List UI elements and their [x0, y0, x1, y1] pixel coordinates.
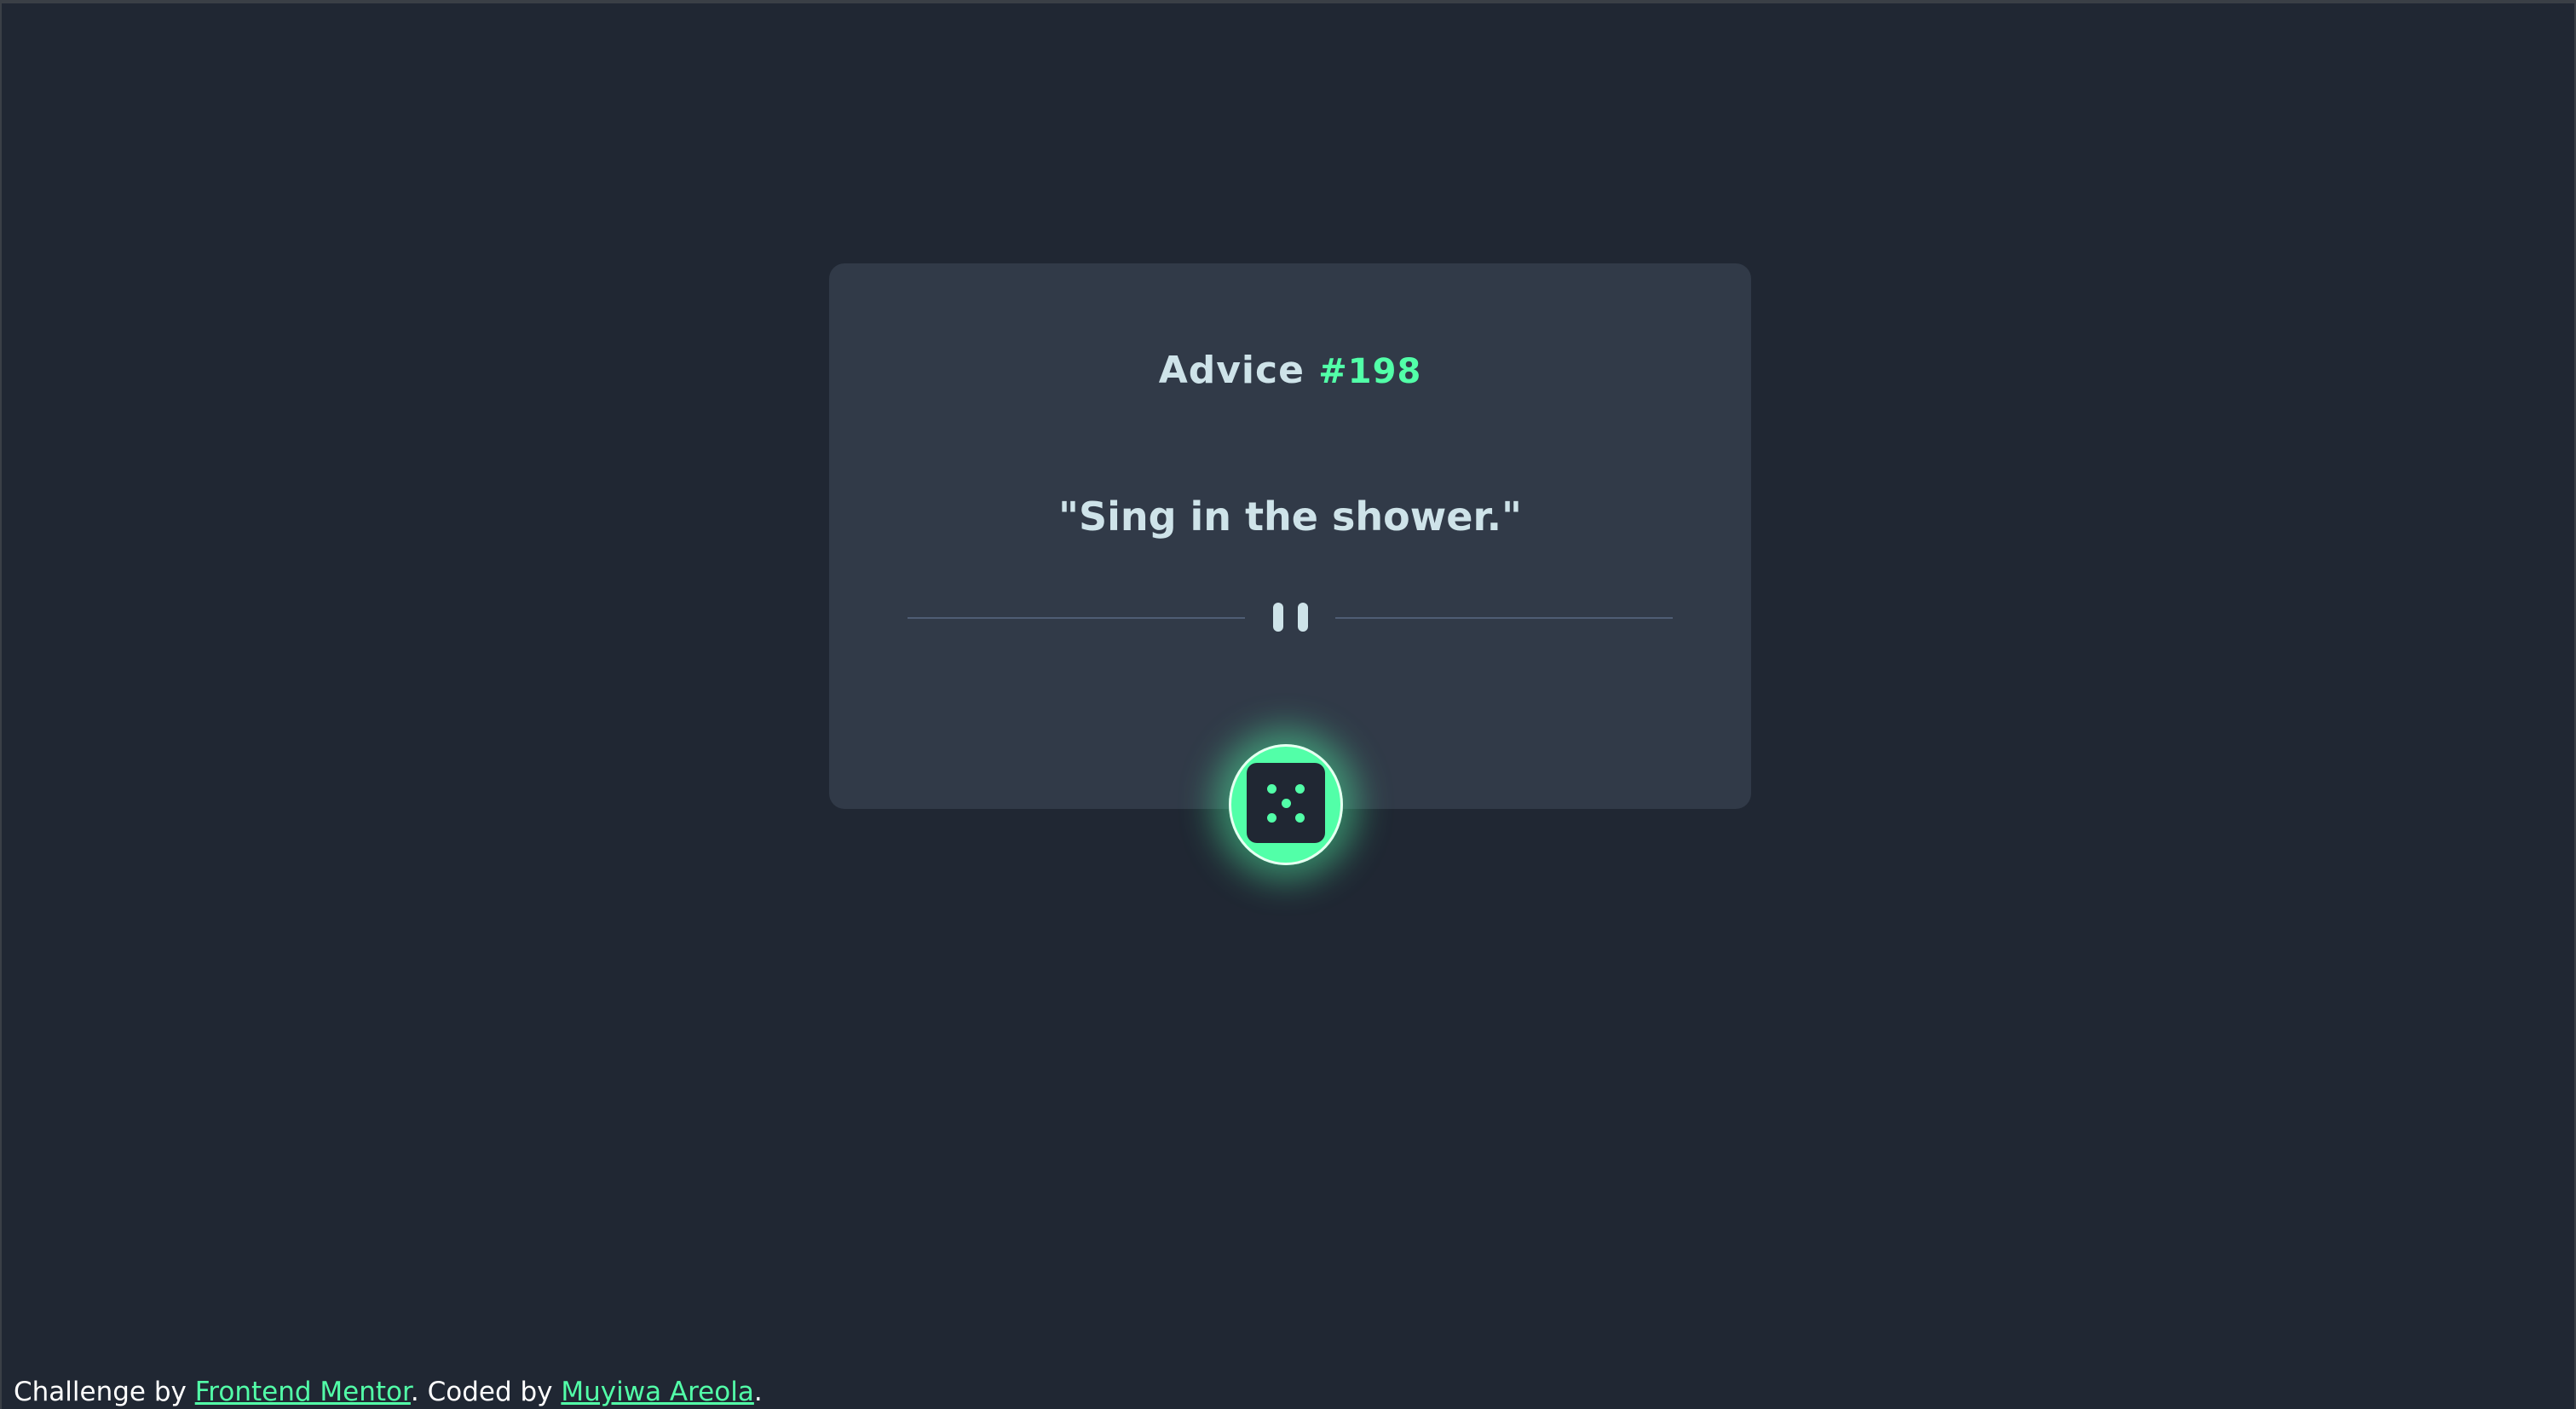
attribution-prefix: Challenge by	[14, 1377, 195, 1407]
attribution-middle: . Coded by	[410, 1377, 562, 1407]
attribution-suffix: .	[753, 1377, 763, 1407]
pause-icon	[1273, 603, 1311, 633]
advice-card: Advice #198 "Sing in the shower."	[829, 263, 1751, 809]
divider	[908, 603, 1673, 633]
new-advice-button[interactable]	[1229, 744, 1343, 865]
advice-quote: "Sing in the shower."	[1057, 494, 1523, 540]
dice-pip	[1267, 813, 1276, 823]
divider-line-right	[1335, 617, 1673, 619]
advice-heading: Advice #198	[829, 349, 1751, 392]
dice-icon	[1247, 763, 1325, 843]
author-link[interactable]: Muyiwa Areola	[561, 1377, 753, 1407]
frontend-mentor-link[interactable]: Frontend Mentor	[195, 1377, 411, 1407]
divider-line-left	[908, 617, 1245, 619]
dice-pip	[1282, 799, 1291, 808]
pause-bar-right	[1298, 603, 1308, 632]
dice-pip	[1295, 813, 1305, 823]
attribution: Challenge by Frontend Mentor. Coded by M…	[14, 1377, 763, 1407]
dice-pip	[1295, 784, 1305, 794]
advice-number: #198	[1318, 352, 1422, 391]
dice-pip	[1267, 784, 1276, 794]
pause-bar-left	[1273, 603, 1283, 632]
advice-label: Advice	[1158, 349, 1305, 392]
